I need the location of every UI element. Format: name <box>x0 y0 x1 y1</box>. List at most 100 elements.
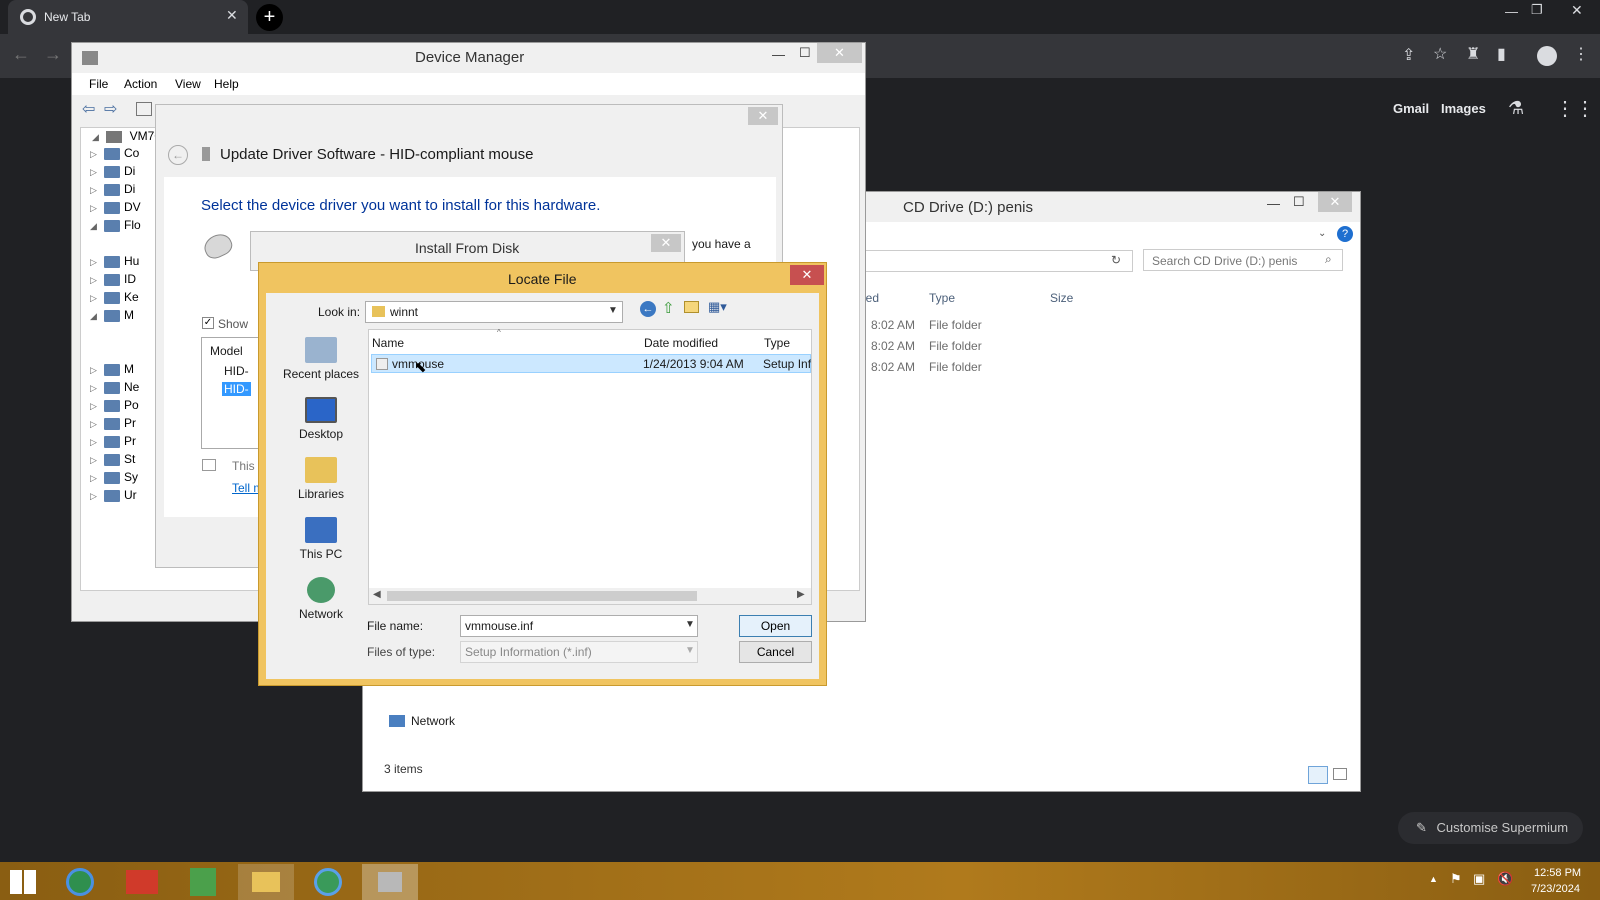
dm-properties-icon[interactable] <box>136 102 152 116</box>
gmail-link[interactable]: Gmail <box>1393 101 1429 116</box>
tree-item[interactable]: ▷ Co <box>90 146 139 164</box>
images-link[interactable]: Images <box>1441 101 1486 116</box>
dm-forward-icon[interactable]: ⇨ <box>104 99 117 119</box>
close-window-icon[interactable]: ✕ <box>1571 2 1583 19</box>
cancel-button[interactable]: Cancel <box>739 641 812 663</box>
col-date-modified-header[interactable]: Date modified <box>644 336 718 350</box>
dm-back-icon[interactable]: ⇦ <box>82 99 95 119</box>
menu-help[interactable]: Help <box>214 77 239 91</box>
nav-network[interactable]: Network <box>411 714 455 728</box>
locate-file-close-button[interactable]: ✕ <box>790 265 824 285</box>
profile-icon[interactable] <box>1537 46 1557 66</box>
col-type-header[interactable]: Type <box>929 291 955 305</box>
start-windows-icon[interactable] <box>10 870 36 894</box>
forward-icon[interactable]: → <box>44 44 62 65</box>
model-item-selected[interactable]: HID- <box>222 382 251 396</box>
tree-item[interactable]: ▷ Pr <box>90 434 136 452</box>
cd-close-button[interactable]: ✕ <box>1318 192 1352 212</box>
tree-item[interactable]: ▷ St <box>90 452 135 470</box>
help-icon[interactable]: ? <box>1337 226 1353 242</box>
customise-button[interactable]: ✎ Customise Supermium <box>1398 812 1583 844</box>
menu-view[interactable]: View <box>175 77 201 91</box>
look-in-dropdown[interactable]: winnt ▼ <box>365 301 623 323</box>
restore-icon[interactable]: ❐ <box>1531 2 1543 18</box>
tree-item[interactable]: ▷ Di <box>90 182 135 200</box>
cd-minimize-icon[interactable]: — <box>1267 196 1280 211</box>
chart-app-taskbar-icon[interactable] <box>190 868 216 896</box>
place-recent[interactable]: Recent places <box>281 337 361 381</box>
tree-item[interactable]: ▷ Po <box>90 398 139 416</box>
table-row[interactable]: 8:02 AM File folder <box>863 318 1063 336</box>
action-center-flag-icon[interactable]: ⚑ <box>1450 871 1462 887</box>
new-tab-button[interactable]: + <box>256 4 283 31</box>
share-icon[interactable]: ⇪ <box>1402 45 1415 65</box>
model-item[interactable]: HID- <box>224 364 249 378</box>
horizontal-scrollbar[interactable]: ◀ ▶ <box>369 588 811 604</box>
chrome-running-taskbar-icon[interactable] <box>314 868 342 896</box>
tree-item[interactable]: ◢ Flo <box>90 218 141 236</box>
view-menu-icon[interactable]: ▦▾ <box>708 299 727 315</box>
tree-item[interactable]: ▷ Hu <box>90 254 139 272</box>
tray-expand-icon[interactable]: ▲ <box>1429 874 1438 884</box>
scroll-thumb[interactable] <box>387 591 697 601</box>
chrome-taskbar-icon[interactable] <box>66 868 94 896</box>
tree-item[interactable]: ▷ ID <box>90 272 136 290</box>
col-type-header[interactable]: Type <box>764 336 790 350</box>
place-desktop[interactable]: Desktop <box>281 397 361 441</box>
open-button[interactable]: Open <box>739 615 812 637</box>
new-folder-icon[interactable] <box>684 301 699 313</box>
files-of-type-select[interactable]: Setup Information (*.inf) ▼ <box>460 641 698 663</box>
tree-item[interactable]: ▷ Ne <box>90 380 139 398</box>
details-view-icon[interactable] <box>1308 766 1328 784</box>
table-row[interactable]: 8:02 AM File folder <box>863 339 1063 357</box>
back-arrow-icon[interactable]: ← <box>640 301 656 317</box>
file-name-combobox[interactable]: vmmouse.inf ▼ <box>460 615 698 637</box>
tree-item[interactable]: ▷ Pr <box>90 416 136 434</box>
clock-time[interactable]: 12:58 PM <box>1534 867 1581 879</box>
wizard-back-icon[interactable]: ← <box>168 145 188 165</box>
apps-grid-icon[interactable]: ⋮⋮ <box>1555 96 1595 121</box>
labs-icon[interactable]: ⚗ <box>1508 98 1524 119</box>
menu-file[interactable]: File <box>89 77 108 91</box>
up-folder-icon[interactable]: ⇧ <box>662 299 675 317</box>
volume-muted-icon[interactable]: 🔇 <box>1497 871 1513 887</box>
ribbon-expand-icon[interactable]: ⌄ <box>1318 228 1326 239</box>
file-explorer-taskbar-icon[interactable] <box>238 864 294 900</box>
tree-item[interactable]: ▷ Di <box>90 164 135 182</box>
place-libraries[interactable]: Libraries <box>281 457 361 501</box>
dm-maximize-icon[interactable]: ☐ <box>799 45 811 61</box>
tree-root[interactable]: ◢ VM7C <box>92 129 163 147</box>
device-manager-taskbar-icon[interactable] <box>362 864 418 900</box>
clock-date[interactable]: 7/23/2024 <box>1531 883 1580 895</box>
search-box[interactable]: Search CD Drive (D:) penis ⌕ <box>1143 249 1343 271</box>
scroll-right-icon[interactable]: ▶ <box>797 589 805 600</box>
close-tab-icon[interactable]: ✕ <box>226 7 238 24</box>
bookmark-star-icon[interactable]: ☆ <box>1433 44 1447 64</box>
tree-item[interactable]: ▷ Sy <box>90 470 138 488</box>
tree-item[interactable]: ▷ DV <box>90 200 141 218</box>
model-list[interactable]: Model HID- HID- <box>201 337 261 449</box>
file-row-selected[interactable]: vmmouse 1/24/2013 9:04 AM Setup Info <box>371 354 811 373</box>
refresh-icon[interactable]: ↻ <box>1111 253 1121 267</box>
place-this-pc[interactable]: This PC <box>281 517 361 561</box>
browser-tab[interactable]: New Tab ✕ <box>8 0 248 34</box>
large-icons-view-icon[interactable] <box>1333 768 1347 780</box>
minimize-icon[interactable]: — <box>1505 4 1518 19</box>
table-row[interactable]: 8:02 AM File folder <box>863 360 1063 378</box>
sidebar-icon[interactable]: ▮ <box>1497 44 1506 64</box>
cd-maximize-icon[interactable]: ☐ <box>1293 194 1305 210</box>
tree-item[interactable]: ▷ Ke <box>90 290 139 308</box>
col-name-header[interactable]: Name <box>372 336 404 350</box>
network-tray-icon[interactable]: ▣ <box>1473 871 1485 887</box>
tree-item[interactable]: ▷ Ur <box>90 488 137 506</box>
extensions-icon[interactable]: ♜ <box>1466 44 1480 64</box>
col-size-header[interactable]: Size <box>1050 291 1073 305</box>
menu-action[interactable]: Action <box>124 77 157 91</box>
back-icon[interactable]: ← <box>12 44 30 65</box>
menu-dots-icon[interactable]: ⋮ <box>1573 44 1589 64</box>
update-driver-close-button[interactable]: ✕ <box>748 107 778 125</box>
install-from-disk-close-button[interactable]: ✕ <box>651 234 681 252</box>
dm-close-button[interactable]: ✕ <box>817 43 862 63</box>
scroll-left-icon[interactable]: ◀ <box>373 589 381 600</box>
place-network[interactable]: Network <box>281 577 361 621</box>
